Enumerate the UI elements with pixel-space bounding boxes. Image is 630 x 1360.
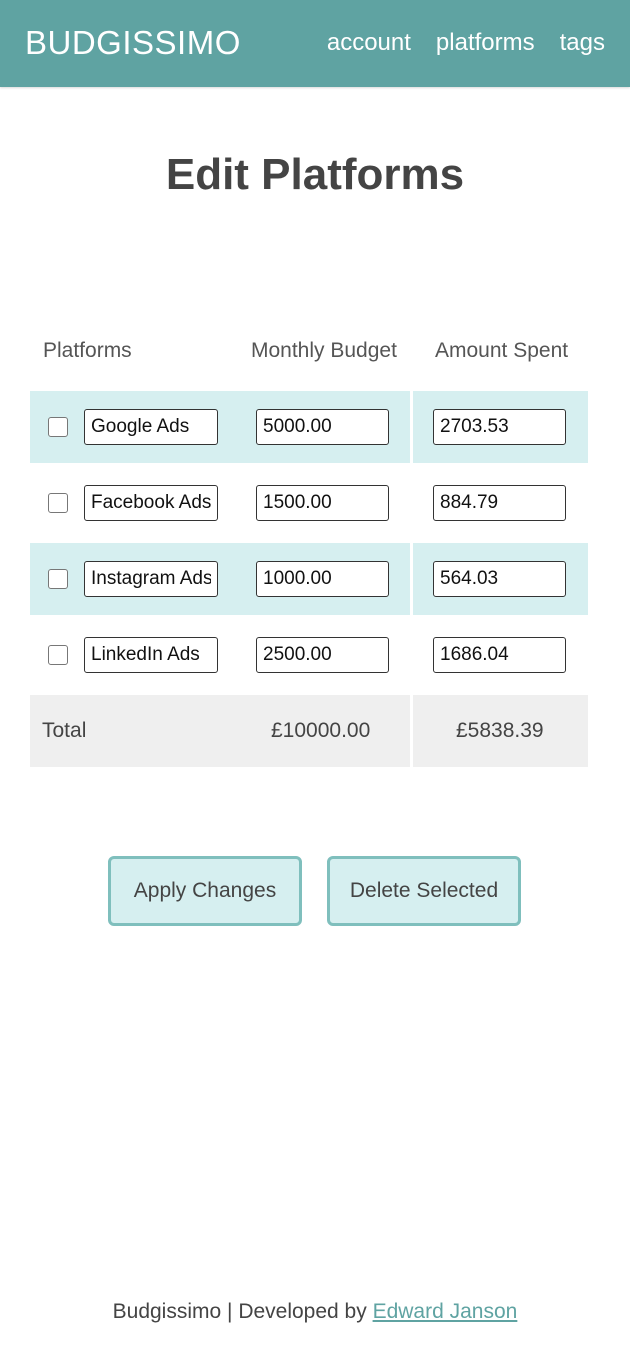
table-row [30, 467, 588, 543]
table-row [30, 619, 588, 695]
apply-changes-button[interactable]: Apply Changes [108, 856, 302, 926]
platforms-table: Platforms Monthly Budget Amount Spent Go… [30, 315, 588, 771]
delete-selected-button[interactable]: Delete Selected [327, 856, 521, 926]
platform-name-input[interactable] [84, 637, 218, 673]
footer-author-link[interactable]: Edward Janson [373, 1300, 518, 1323]
brand-logo[interactable]: BUDGISSIMO [25, 24, 241, 62]
header-amount-spent: Amount Spent [435, 339, 569, 362]
nav-link-account[interactable]: account [327, 29, 411, 57]
total-spent-value: £5838.39 [456, 719, 544, 742]
monthly-budget-input[interactable] [256, 637, 389, 673]
platform-name-input[interactable] [84, 485, 218, 521]
header-platforms: Platforms [43, 339, 132, 362]
table-row [30, 391, 588, 467]
monthly-budget-input[interactable] [256, 561, 389, 597]
nav-link-tags[interactable]: tags [560, 29, 605, 57]
footer-text: Budgissimo | Developed by [112, 1300, 373, 1323]
amount-spent-input[interactable] [433, 637, 566, 673]
total-budget-value: £10000.00 [271, 719, 371, 742]
header-monthly-budget: Monthly Budget [251, 339, 397, 362]
row-select-checkbox[interactable] [48, 569, 68, 589]
footer: Budgissimo | Developed by Edward Janson [0, 1300, 630, 1324]
navbar: BUDGISSIMO account platforms tags [0, 0, 630, 87]
monthly-budget-input[interactable] [256, 409, 389, 445]
total-label: Total [42, 719, 87, 742]
row-select-checkbox[interactable] [48, 645, 68, 665]
platform-name-input[interactable] [84, 409, 218, 445]
nav-link-platforms[interactable]: platforms [436, 29, 535, 57]
table-header-row: Platforms Monthly Budget Amount Spent [30, 315, 588, 391]
row-select-checkbox[interactable] [48, 493, 68, 513]
table-row [30, 543, 588, 619]
nav-links: account platforms tags [327, 29, 605, 57]
page-title: Edit Platforms [165, 150, 465, 199]
monthly-budget-input[interactable] [256, 485, 389, 521]
amount-spent-input[interactable] [433, 561, 566, 597]
row-select-checkbox[interactable] [48, 417, 68, 437]
platform-name-input[interactable] [84, 561, 218, 597]
table-total-row: Total £10000.00 £5838.39 [30, 695, 588, 771]
amount-spent-input[interactable] [433, 485, 566, 521]
amount-spent-input[interactable] [433, 409, 566, 445]
